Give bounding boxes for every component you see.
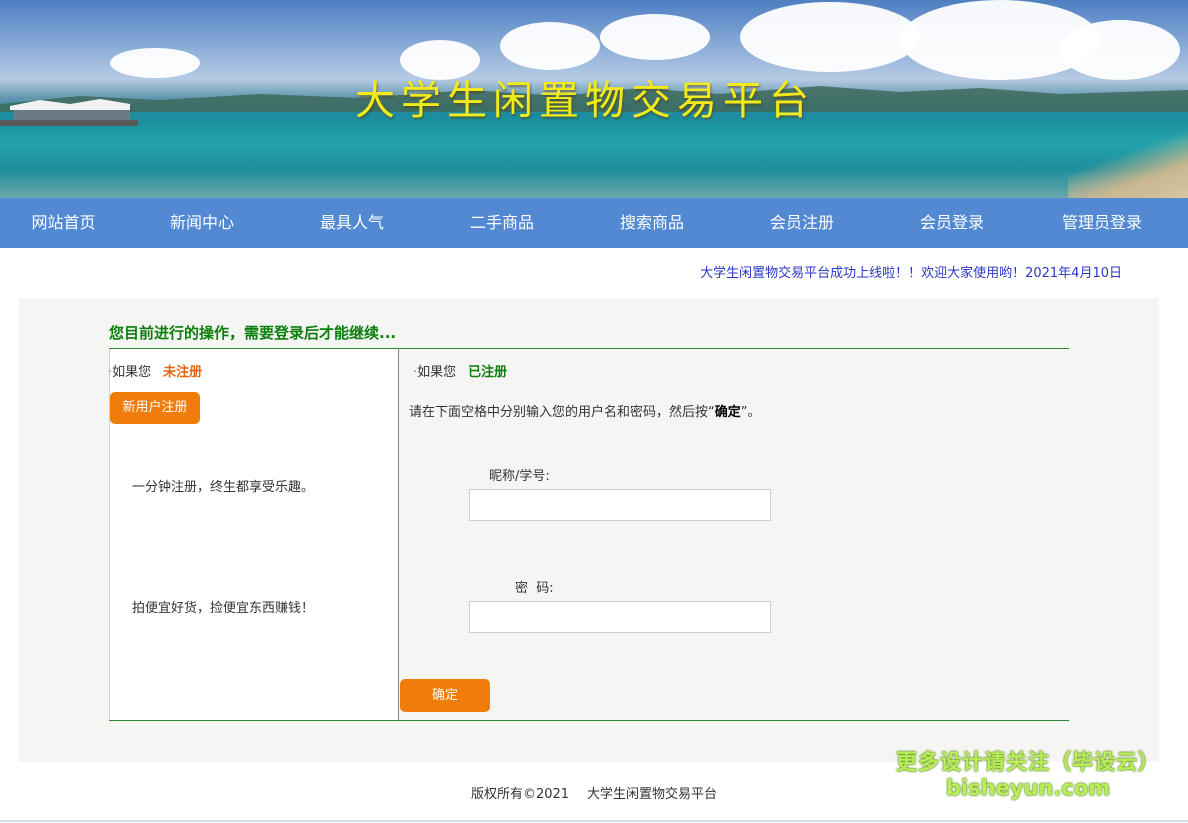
site-title: 大学生闲置物交易平台 xyxy=(355,78,815,124)
nav-search-goods[interactable]: 搜索商品 xyxy=(577,198,727,248)
header-banner: 大学生闲置物交易平台 xyxy=(0,0,1188,198)
nav-used-goods[interactable]: 二手商品 xyxy=(427,198,577,248)
password-input[interactable] xyxy=(469,601,771,633)
main-nav: 网站首页 新闻中心 最具人气 二手商品 搜索商品 会员注册 会员登录 管理员登录 xyxy=(0,198,1188,248)
slogan-bargain: 拍便宜好货，捡便宜东西赚钱！ xyxy=(132,601,315,616)
registered-column: ·如果您 已注册 请在下面空格中分别输入您的用户名和密码，然后按“确定”。 昵称/… xyxy=(400,349,1069,720)
watermark-line-2: bisheyun.com xyxy=(945,776,1111,800)
nav-home[interactable]: 网站首页 xyxy=(0,198,127,248)
footer-divider xyxy=(0,820,1188,822)
password-label: 密 码: xyxy=(515,581,554,596)
prompt-prefix: 如果您 xyxy=(112,365,152,380)
unregistered-column: ·如果您 未注册 新用户注册 一分钟注册，终生都享受乐趣。 拍便宜好货，捡便宜东西… xyxy=(108,349,399,720)
footer-copyright: 版权所有©2021 xyxy=(470,787,570,802)
confirm-login-button[interactable]: 确定 xyxy=(400,679,490,712)
new-user-register-button[interactable]: 新用户注册 xyxy=(110,392,200,424)
instr-confirm-word: 确定 xyxy=(714,405,741,420)
status-unregistered: 未注册 xyxy=(163,365,203,380)
nav-admin-login[interactable]: 管理员登录 xyxy=(1027,198,1177,248)
announcement-marquee: 大学生闲置物交易平台成功上线啦！！欢迎大家使用哟！2021年4月10日 xyxy=(700,266,1122,281)
watermark-line-1: 更多设计请关注（毕设云） xyxy=(896,750,1160,774)
login-instructions: 请在下面空格中分别输入您的用户名和密码，然后按“确定”。 xyxy=(409,401,761,420)
cloud-decoration xyxy=(600,14,710,60)
nav-member-login[interactable]: 会员登录 xyxy=(877,198,1027,248)
divider xyxy=(109,720,1069,721)
instr-text-end: ”。 xyxy=(740,405,761,420)
instr-text: 请在下面空格中分别输入您的用户名和密码，然后按“ xyxy=(409,405,715,420)
watermark: 更多设计请关注（毕设云） bisheyun.com xyxy=(896,746,1160,800)
footer-site-name: 大学生闲置物交易平台 xyxy=(587,787,718,802)
nav-popular[interactable]: 最具人气 xyxy=(277,198,427,248)
registered-prompt: ·如果您 已注册 xyxy=(413,361,507,380)
cloud-decoration xyxy=(740,2,920,72)
username-label: 昵称/学号: xyxy=(489,469,550,484)
prompt-prefix: 如果您 xyxy=(417,365,457,380)
panel-title: 您目前进行的操作，需要登录后才能继续... xyxy=(109,324,397,342)
nav-news[interactable]: 新闻中心 xyxy=(127,198,277,248)
slogan-one-minute: 一分钟注册，终生都享受乐趣。 xyxy=(132,480,315,495)
nav-member-register[interactable]: 会员注册 xyxy=(727,198,877,248)
status-registered: 已注册 xyxy=(468,365,508,380)
login-required-panel: 您目前进行的操作，需要登录后才能继续... ·如果您 未注册 新用户注册 一分钟注… xyxy=(19,298,1159,762)
beach-decoration xyxy=(1068,128,1188,198)
cloud-decoration xyxy=(500,22,600,70)
unregistered-prompt: ·如果您 未注册 xyxy=(108,361,202,380)
username-input[interactable] xyxy=(469,489,771,521)
